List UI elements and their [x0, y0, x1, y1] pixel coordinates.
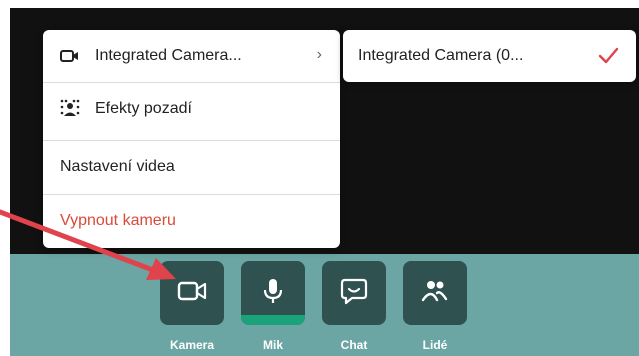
annotation-arrow: [0, 209, 176, 280]
